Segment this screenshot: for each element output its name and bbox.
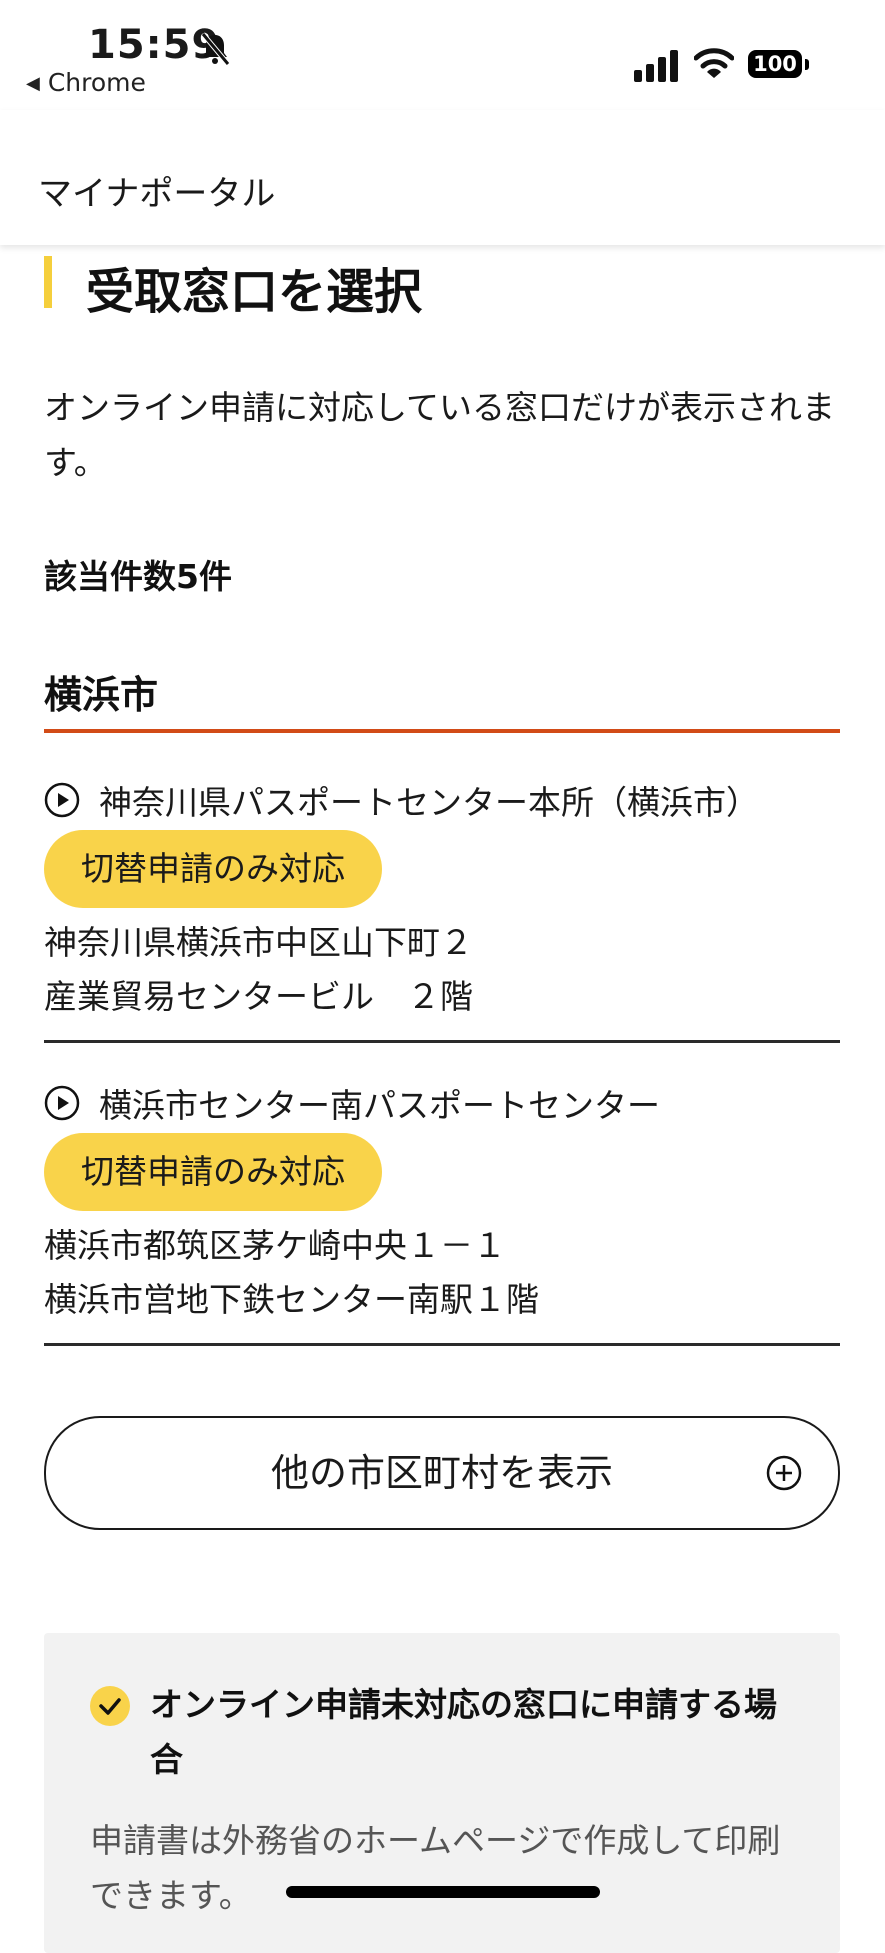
notice-heading: オンライン申請未対応の窓口に申請する場合 <box>150 1685 777 1779</box>
divider <box>44 1343 840 1346</box>
title-accent-bar <box>44 256 52 308</box>
status-bar: 15:59 ◀ Chrome 100 <box>0 0 885 110</box>
battery-level: 100 <box>748 50 802 78</box>
page-title: 受取窓口を選択 <box>86 264 423 320</box>
office-name-row[interactable]: 神奈川県パスポートセンター本所（横浜市） <box>44 778 840 822</box>
address-line-1: 神奈川県横浜市中区山下町２ <box>44 923 473 962</box>
city-underline <box>44 729 840 733</box>
address-line-1: 横浜市都筑区茅ケ崎中央１－１ <box>44 1226 506 1265</box>
wifi-icon <box>694 48 734 78</box>
play-circle-icon <box>44 782 80 818</box>
office-address: 神奈川県横浜市中区山下町２ 産業貿易センタービル ２階 <box>44 916 473 1024</box>
office-address: 横浜市都筑区茅ケ崎中央１－１ 横浜市営地下鉄センター南駅１階 <box>44 1219 539 1327</box>
back-app-label: Chrome <box>47 68 146 97</box>
site-brand[interactable]: マイナポータル <box>38 166 275 215</box>
plus-circle-icon <box>766 1455 802 1491</box>
site-header: マイナポータル <box>0 110 885 245</box>
notice-body: 申請書は外務省のホームページで作成して印刷できます。 <box>90 1821 781 1915</box>
notice-box: オンライン申請未対応の窓口に申請する場合 申請書は外務省のホームページで作成して… <box>44 1633 840 1953</box>
office-name[interactable]: 横浜市センター南パスポートセンター <box>99 1079 660 1127</box>
back-triangle-icon: ◀ <box>26 73 40 94</box>
back-to-app-link[interactable]: ◀ Chrome <box>26 68 146 97</box>
battery-icon: 100 <box>748 50 810 80</box>
office-name[interactable]: 神奈川県パスポートセンター本所（横浜市） <box>99 776 759 824</box>
office-item[interactable]: 神奈川県パスポートセンター本所（横浜市） 切替申請のみ対応 神奈川県横浜市中区山… <box>44 778 840 1044</box>
check-circle-icon <box>90 1686 130 1726</box>
result-count: 該当件数5件 <box>44 557 232 596</box>
office-name-row[interactable]: 横浜市センター南パスポートセンター <box>44 1081 840 1125</box>
show-other-municipalities-label: 他の市区町村を表示 <box>270 1451 613 1495</box>
home-indicator[interactable] <box>286 1886 600 1898</box>
page-description: オンライン申請に対応している窓口だけが表示されます。 <box>44 388 836 482</box>
office-item[interactable]: 横浜市センター南パスポートセンター 切替申請のみ対応 横浜市都筑区茅ケ崎中央１－… <box>44 1081 840 1347</box>
city-heading: 横浜市 <box>44 673 159 717</box>
status-badge: 切替申請のみ対応 <box>44 1133 382 1211</box>
address-line-2: 産業貿易センタービル ２階 <box>44 977 473 1016</box>
divider <box>44 1040 840 1043</box>
status-badge: 切替申請のみ対応 <box>44 830 382 908</box>
play-circle-icon <box>44 1085 80 1121</box>
show-other-municipalities-button[interactable]: 他の市区町村を表示 <box>44 1416 840 1530</box>
cellular-signal-icon <box>634 50 678 82</box>
bell-muted-icon <box>201 32 230 66</box>
address-line-2: 横浜市営地下鉄センター南駅１階 <box>44 1280 539 1319</box>
